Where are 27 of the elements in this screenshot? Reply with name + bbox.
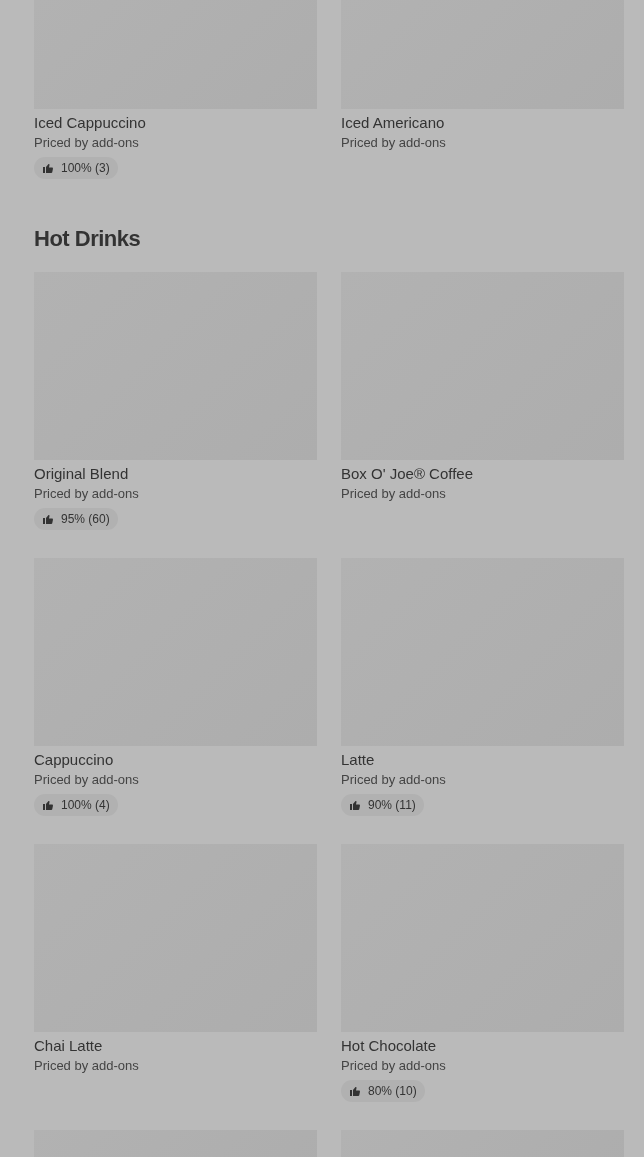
item-name[interactable]: Latte [341, 750, 375, 770]
item-price-note: Priced by add-ons [34, 771, 139, 789]
item-name[interactable]: Box O' Joe® Coffee [341, 464, 474, 484]
thumbs-up-icon [42, 513, 54, 525]
section-heading: Hot Drinks [34, 225, 142, 253]
item-name[interactable]: Iced Cappuccino [34, 113, 146, 133]
rating-text: 100% (4) [61, 798, 110, 812]
item-price-note: Priced by add-ons [34, 134, 139, 152]
thumbs-up-icon [42, 162, 54, 174]
item-price-note: Priced by add-ons [341, 771, 446, 789]
rating-text: 80% (10) [368, 1084, 417, 1098]
item-name[interactable]: Hot Chocolate [341, 1036, 437, 1056]
item-price-note: Priced by add-ons [341, 485, 446, 503]
rating-text: 90% (11) [368, 798, 416, 812]
item-name[interactable]: Iced Americano [341, 113, 445, 133]
item-name[interactable]: Cappuccino [34, 750, 114, 770]
rating-text: 95% (60) [61, 512, 110, 526]
item-price-note: Priced by add-ons [34, 485, 139, 503]
thumbs-up-icon [349, 799, 361, 811]
thumbs-up-icon [42, 799, 54, 811]
item-price-note: Priced by add-ons [341, 1057, 446, 1075]
item-name[interactable]: Original Blend [34, 464, 129, 484]
item-price-note: Priced by add-ons [34, 1057, 139, 1075]
item-name[interactable]: Chai Latte [34, 1036, 103, 1056]
thumbs-up-icon [349, 1085, 361, 1097]
item-price-note: Priced by add-ons [341, 134, 446, 152]
rating-text: 100% (3) [61, 161, 110, 175]
